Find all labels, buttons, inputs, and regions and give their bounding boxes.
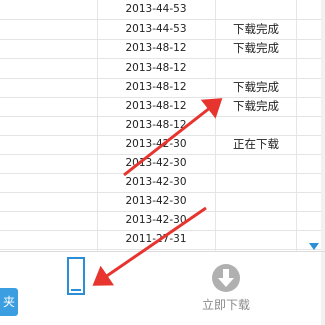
date-cell: 2013-44-53 — [125, 3, 187, 15]
date-cell: 2013-48-12 — [125, 42, 187, 54]
table-row[interactable]: 2013-44-53 — [0, 0, 325, 20]
status-cell: 下载完成 — [233, 22, 279, 36]
download-arrow-icon[interactable] — [211, 263, 241, 293]
table-row[interactable]: 2013-42-30 — [0, 154, 325, 174]
progress-slider[interactable] — [67, 257, 85, 295]
download-now-button[interactable]: 立即下载 — [196, 296, 256, 313]
download-list: 2013-44-53 2013-44-53 下载完成 2013-48-12 下载… — [0, 0, 325, 251]
status-cell — [216, 173, 296, 192]
date-cell: 2013-44-53 — [125, 23, 187, 35]
status-cell — [216, 154, 296, 173]
date-cell: 2013-48-12 — [125, 119, 187, 131]
table-row[interactable]: 2013-42-30 正在下载 — [0, 135, 325, 155]
date-cell: 2013-42-30 — [125, 157, 187, 169]
date-cell: 2011-27-31 — [125, 233, 187, 245]
table-row[interactable]: 2013-48-12 — [0, 116, 325, 136]
status-cell: 下载完成 — [233, 41, 279, 55]
vertical-scrollbar[interactable] — [321, 0, 325, 325]
status-cell — [216, 59, 296, 78]
status-cell: 下载完成 — [233, 99, 279, 113]
table-row[interactable]: 2013-42-30 — [0, 173, 325, 193]
table-row[interactable]: 2013-44-53 下载完成 — [0, 20, 325, 40]
date-cell: 2013-48-12 — [125, 100, 187, 112]
status-cell: 正在下载 — [233, 137, 279, 151]
table-row[interactable]: 2013-42-30 — [0, 192, 325, 212]
progress-fill — [71, 289, 81, 291]
status-cell — [216, 211, 296, 230]
scroll-down-arrow-icon[interactable] — [309, 243, 319, 251]
date-cell: 2013-42-30 — [125, 176, 187, 188]
table-row[interactable]: 2013-48-12 下载完成 — [0, 78, 325, 98]
status-cell — [216, 0, 296, 19]
table-row[interactable]: 2013-48-12 — [0, 59, 325, 79]
status-cell — [216, 192, 296, 211]
date-cell: 2013-42-30 — [125, 138, 187, 150]
date-cell: 2013-48-12 — [125, 81, 187, 93]
divider — [0, 251, 325, 252]
date-cell: 2013-42-30 — [125, 214, 187, 226]
status-cell: 下载完成 — [233, 80, 279, 94]
table-row[interactable]: 2011-27-31 — [0, 230, 325, 250]
status-cell — [216, 116, 296, 135]
folder-button[interactable]: 夹 — [0, 288, 18, 316]
status-cell — [216, 230, 296, 249]
date-cell: 2013-48-12 — [125, 62, 187, 74]
table-row[interactable]: 2013-48-12 下载完成 — [0, 39, 325, 59]
table-row[interactable]: 2013-48-12 下载完成 — [0, 97, 325, 117]
table-row[interactable]: 2013-42-30 — [0, 211, 325, 231]
date-cell: 2013-42-30 — [125, 195, 187, 207]
